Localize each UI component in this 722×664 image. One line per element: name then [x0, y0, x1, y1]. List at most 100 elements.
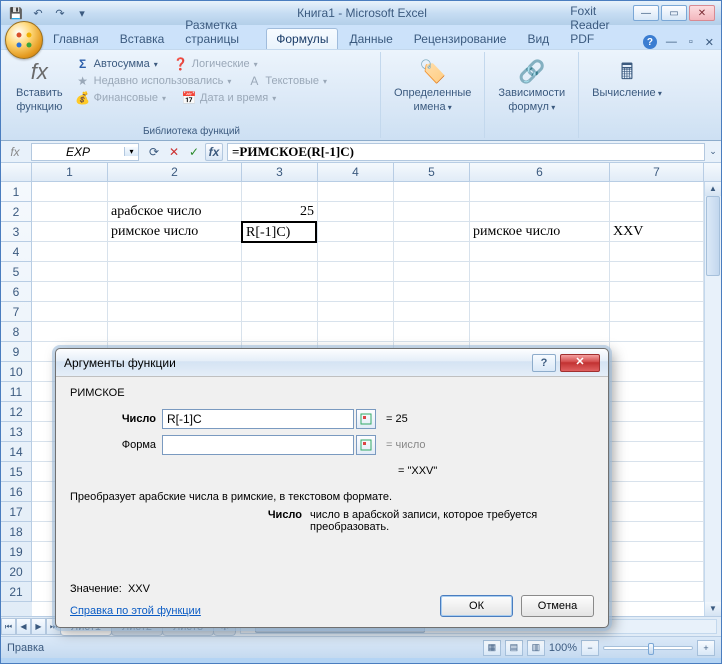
- row-header[interactable]: 13: [1, 422, 32, 442]
- view-normal-button[interactable]: ▦: [483, 640, 501, 656]
- row-header[interactable]: 21: [1, 582, 32, 602]
- cell[interactable]: R[-1]C): [241, 221, 317, 243]
- tab-formulas[interactable]: Формулы: [266, 28, 338, 49]
- minimize-ribbon-button[interactable]: —: [663, 36, 680, 48]
- cell[interactable]: арабское число: [108, 202, 242, 222]
- row-header[interactable]: 16: [1, 482, 32, 502]
- row-header[interactable]: 15: [1, 462, 32, 482]
- sigma-icon: Σ: [76, 57, 90, 71]
- ok-button[interactable]: ОК: [440, 595, 513, 617]
- defined-names-button[interactable]: 🏷️ Определенные имена: [387, 54, 478, 119]
- dialog-value-row: Значение: XXV: [70, 583, 594, 595]
- expand-formula-bar-icon[interactable]: ⌄: [705, 146, 721, 157]
- row-header[interactable]: 4: [1, 242, 32, 262]
- tab-view[interactable]: Вид: [517, 28, 559, 49]
- tab-page-layout[interactable]: Разметка страницы: [175, 14, 265, 49]
- first-sheet-button[interactable]: ⏮: [1, 618, 16, 635]
- vertical-scrollbar[interactable]: ▲ ▼: [704, 182, 721, 616]
- restore-workbook-button[interactable]: ▫: [686, 36, 696, 48]
- view-break-button[interactable]: ▥: [527, 640, 545, 656]
- col-header[interactable]: 4: [318, 163, 394, 181]
- qat-dropdown-icon[interactable]: ▾: [73, 4, 91, 22]
- cell[interactable]: XXV: [610, 222, 704, 242]
- row-header[interactable]: 12: [1, 402, 32, 422]
- formula-input[interactable]: =РИМСКОЕ(R[-1]C): [227, 143, 705, 161]
- scroll-down-icon[interactable]: ▼: [705, 602, 721, 616]
- scroll-up-icon[interactable]: ▲: [705, 182, 721, 196]
- zoom-in-button[interactable]: +: [697, 640, 715, 656]
- row-header[interactable]: 5: [1, 262, 32, 282]
- arg2-input[interactable]: [162, 435, 354, 455]
- col-header[interactable]: 6: [470, 163, 610, 181]
- row-header[interactable]: 20: [1, 562, 32, 582]
- row-header[interactable]: 3: [1, 222, 32, 242]
- col-header[interactable]: 2: [108, 163, 242, 181]
- scroll-thumb[interactable]: [706, 196, 720, 276]
- col-header[interactable]: 7: [610, 163, 704, 181]
- tab-review[interactable]: Рецензирование: [404, 28, 517, 49]
- close-workbook-button[interactable]: ✕: [702, 36, 717, 49]
- enter-formula-button[interactable]: ✓: [185, 143, 203, 161]
- dialog-close-button[interactable]: ✕: [560, 354, 600, 372]
- close-button[interactable]: ✕: [689, 5, 715, 21]
- row-header[interactable]: 14: [1, 442, 32, 462]
- cell[interactable]: римское число: [470, 222, 610, 242]
- autosum-button[interactable]: ΣАвтосумма: [74, 56, 160, 72]
- row-header[interactable]: 6: [1, 282, 32, 302]
- financial-button[interactable]: 💰Финансовые: [74, 90, 168, 106]
- tab-insert[interactable]: Вставка: [110, 28, 175, 49]
- row-header[interactable]: 8: [1, 322, 32, 342]
- row-header[interactable]: 19: [1, 542, 32, 562]
- name-box-dropdown-icon[interactable]: ▾: [124, 147, 138, 156]
- arg2-collapse-button[interactable]: [356, 435, 376, 455]
- cell[interactable]: римское число: [108, 222, 242, 242]
- row-header[interactable]: 7: [1, 302, 32, 322]
- arg1-collapse-button[interactable]: [356, 409, 376, 429]
- cancel-formula-button[interactable]: ✕: [165, 143, 183, 161]
- next-sheet-button[interactable]: ▶: [31, 618, 46, 635]
- arg1-input[interactable]: [162, 409, 354, 429]
- zoom-out-button[interactable]: −: [581, 640, 599, 656]
- row-header[interactable]: 9: [1, 342, 32, 362]
- refresh-icon[interactable]: ⟳: [145, 143, 163, 161]
- help-icon[interactable]: ?: [643, 35, 657, 49]
- dialog-titlebar[interactable]: Аргументы функции ? ✕: [56, 349, 608, 377]
- arg1-result: = 25: [386, 413, 408, 425]
- zoom-value: 100%: [549, 642, 577, 654]
- function-help-link[interactable]: Справка по этой функции: [70, 605, 201, 617]
- calculation-button[interactable]: 🖩 Вычисление: [585, 54, 669, 106]
- logical-button[interactable]: ❓Логические: [172, 56, 260, 72]
- col-header[interactable]: 5: [394, 163, 470, 181]
- cancel-button[interactable]: Отмена: [521, 595, 594, 617]
- col-header[interactable]: 1: [32, 163, 108, 181]
- view-layout-button[interactable]: ▤: [505, 640, 523, 656]
- select-all-corner[interactable]: [1, 163, 32, 181]
- formula-auditing-button[interactable]: 🔗 Зависимости формул: [491, 54, 572, 119]
- tab-home[interactable]: Главная: [43, 28, 109, 49]
- row-header[interactable]: 18: [1, 522, 32, 542]
- row-header[interactable]: 17: [1, 502, 32, 522]
- text-button[interactable]: AТекстовые: [245, 73, 329, 89]
- prev-sheet-button[interactable]: ◀: [16, 618, 31, 635]
- dialog-help-button[interactable]: ?: [532, 354, 556, 372]
- zoom-handle[interactable]: [648, 643, 654, 655]
- undo-icon[interactable]: ↶: [29, 4, 47, 22]
- row-header[interactable]: 11: [1, 382, 32, 402]
- insert-function-button[interactable]: fx Вставить функцию: [9, 54, 70, 119]
- recent-button[interactable]: ★Недавно использовались: [74, 73, 234, 89]
- row-header[interactable]: 2: [1, 202, 32, 222]
- fx-button[interactable]: fx: [205, 143, 223, 161]
- tab-foxit[interactable]: Foxit Reader PDF: [560, 0, 642, 49]
- save-icon[interactable]: 💾: [7, 4, 25, 22]
- maximize-button[interactable]: ▭: [661, 5, 687, 21]
- zoom-slider[interactable]: [603, 646, 693, 650]
- col-header[interactable]: 3: [242, 163, 318, 181]
- redo-icon[interactable]: ↷: [51, 4, 69, 22]
- row-header[interactable]: 10: [1, 362, 32, 382]
- tab-data[interactable]: Данные: [339, 28, 402, 49]
- row-header[interactable]: 1: [1, 182, 32, 202]
- name-box[interactable]: EXP ▾: [31, 143, 139, 161]
- office-button[interactable]: [5, 21, 43, 59]
- cell[interactable]: 25: [242, 202, 318, 222]
- datetime-button[interactable]: 📅Дата и время: [180, 90, 278, 106]
